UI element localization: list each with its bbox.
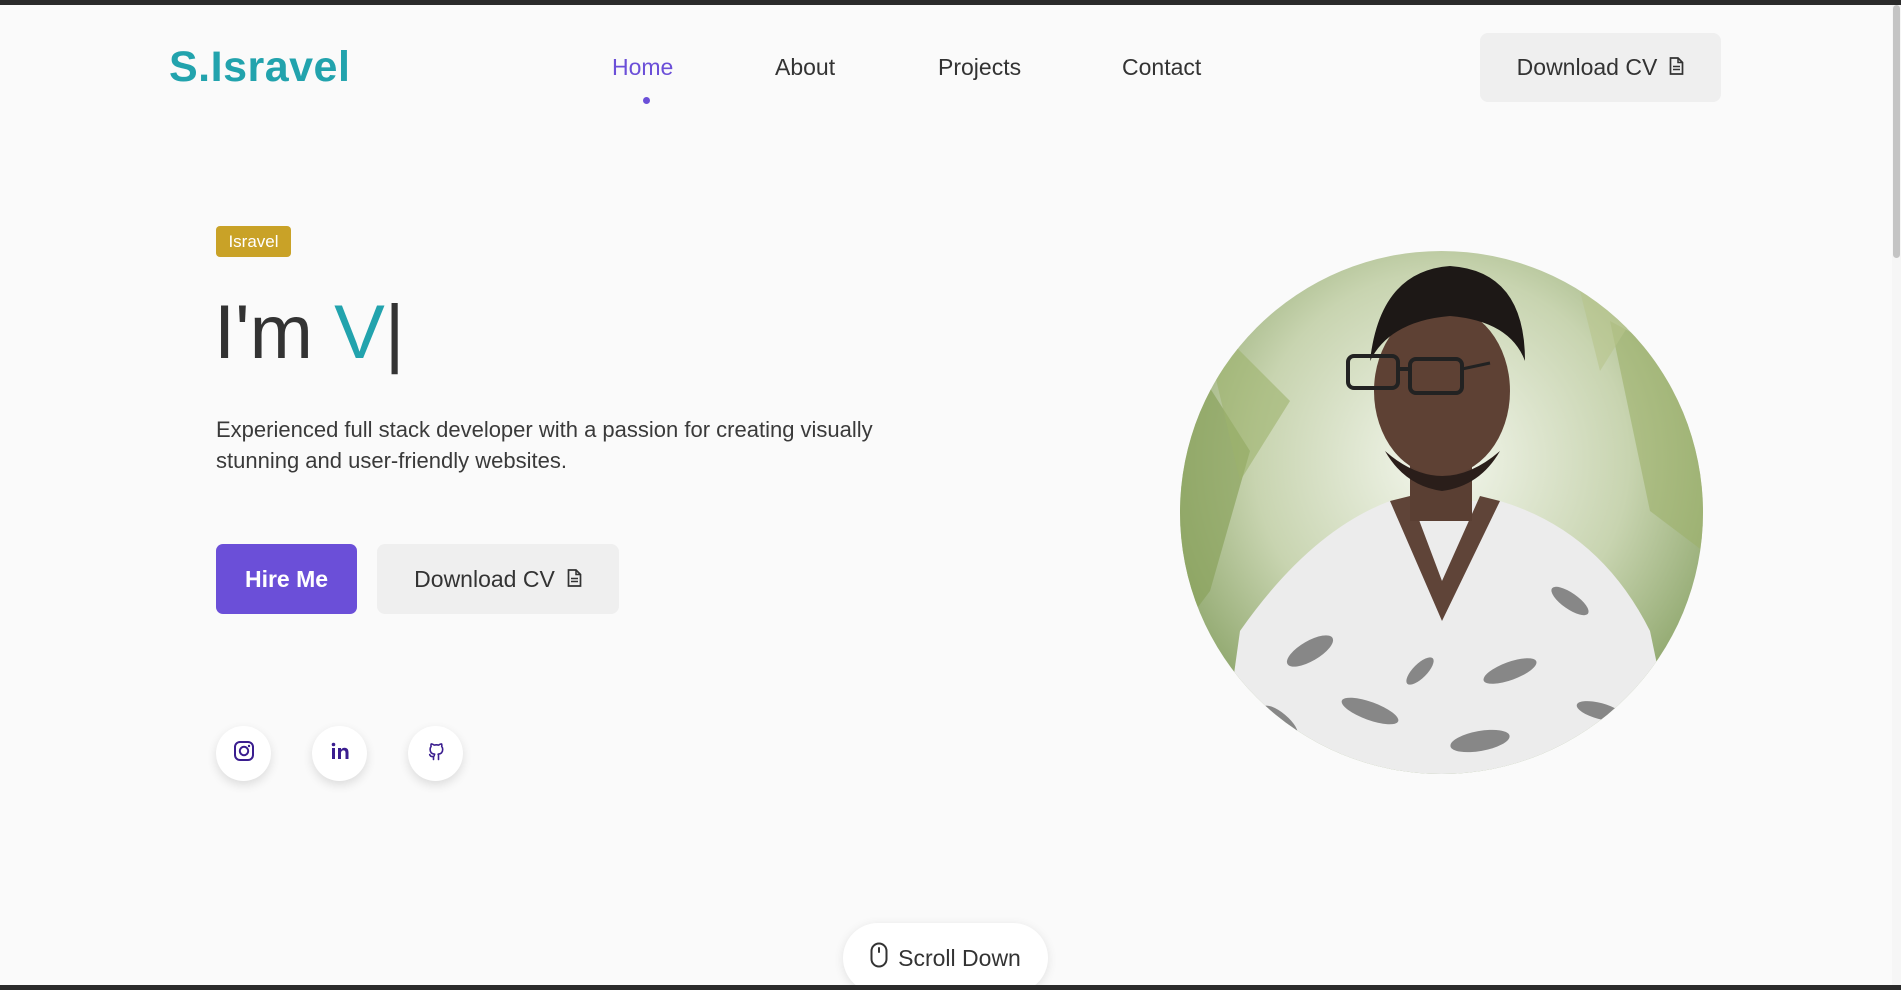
greeting-text: I'm (214, 290, 313, 375)
hero-description: Experienced full stack developer with a … (216, 417, 873, 473)
document-icon (1669, 54, 1684, 81)
scroll-down-button[interactable]: Scroll Down (843, 923, 1048, 985)
typing-cursor: | (384, 290, 405, 375)
instagram-icon (233, 740, 255, 767)
download-cv-label: Download CV (1516, 54, 1658, 80)
github-link[interactable] (408, 726, 463, 781)
header-download-cv-button[interactable]: Download CV (1480, 33, 1721, 102)
nav-projects[interactable]: Projects (938, 54, 1021, 81)
page: S.Isravel Home About Projects Contact Do… (0, 5, 1892, 985)
scrollbar-thumb[interactable] (1893, 5, 1900, 258)
github-icon (425, 740, 447, 767)
mouse-icon (870, 942, 888, 974)
nav-about[interactable]: About (775, 54, 835, 81)
download-cv-label: Download CV (414, 565, 555, 592)
linkedin-icon (329, 740, 351, 767)
hero-download-cv-button[interactable]: Download CV (377, 544, 619, 614)
active-nav-indicator (643, 97, 650, 104)
nav-home[interactable]: Home (612, 54, 673, 81)
window-bottom-border (0, 985, 1892, 990)
document-icon (567, 566, 582, 593)
site-logo[interactable]: S.Isravel (169, 43, 350, 92)
name-badge: Isravel (216, 226, 291, 257)
scroll-down-label: Scroll Down (898, 944, 1021, 971)
hero-headline: I'm V| (214, 289, 405, 376)
typed-text: V (334, 290, 385, 375)
hire-me-button[interactable]: Hire Me (216, 544, 357, 614)
instagram-link[interactable] (216, 726, 271, 781)
profile-photo (1180, 251, 1703, 774)
linkedin-link[interactable] (312, 726, 367, 781)
nav-contact[interactable]: Contact (1122, 54, 1201, 81)
